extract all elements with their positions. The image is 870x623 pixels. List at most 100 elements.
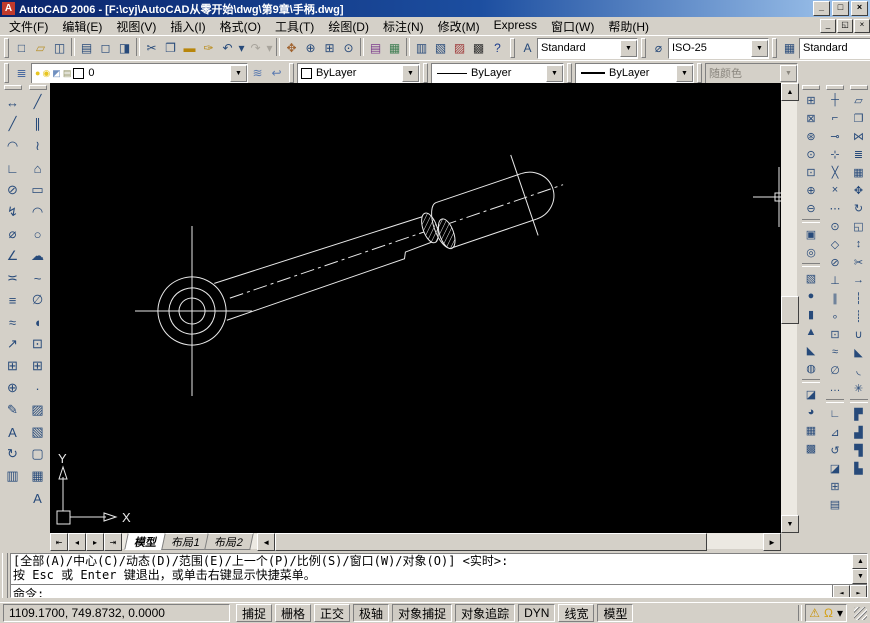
zoom-in-button[interactable]: ⊕ xyxy=(801,181,822,199)
polyline-button[interactable]: ≀ xyxy=(27,135,49,157)
osnap-settings-button[interactable]: … xyxy=(825,379,846,397)
new-button[interactable]: □ xyxy=(12,38,31,58)
line-button[interactable]: ╱ xyxy=(27,91,49,113)
match-properties-button[interactable]: ✑ xyxy=(199,38,218,58)
menu-draw[interactable]: 绘图(D) xyxy=(321,17,376,36)
dim-linear-button[interactable]: ↔ xyxy=(2,91,24,113)
arc-button[interactable]: ◠ xyxy=(27,201,49,223)
chevron-down-icon[interactable]: ▼ xyxy=(751,40,768,57)
properties-button[interactable]: ▤ xyxy=(366,38,385,58)
toggle-lineweight[interactable]: 线宽 xyxy=(558,604,594,622)
tolerance-button[interactable]: ⊞ xyxy=(2,355,24,377)
copy-button[interactable]: ❐ xyxy=(161,38,180,58)
layer-properties-manager-button[interactable]: ≣ xyxy=(12,63,31,83)
solid-box-button[interactable]: ▧ xyxy=(801,269,822,287)
world-ucs-button[interactable]: ⊿ xyxy=(825,423,846,441)
scroll-down-icon[interactable]: ▼ xyxy=(781,515,799,533)
zoom-previous-button[interactable]: ⊙ xyxy=(339,38,358,58)
redo-button[interactable]: ↷ xyxy=(246,38,265,58)
chevron-down-icon[interactable]: ▼ xyxy=(620,40,637,57)
plot-preview-button[interactable]: ◻ xyxy=(96,38,115,58)
window-resize-grip[interactable] xyxy=(854,607,867,620)
dim-aligned-button[interactable]: ╱ xyxy=(2,113,24,135)
toolbar-grip[interactable] xyxy=(697,63,702,83)
toggle-osnap[interactable]: 对象捕捉 xyxy=(392,604,452,622)
array-button[interactable]: ▦ xyxy=(848,163,869,181)
communication-center-icon[interactable]: ⚠ xyxy=(809,606,820,620)
temporary-track-point-button[interactable]: ┼ xyxy=(825,91,846,109)
layer-freeze-sun-icon[interactable]: ◉ xyxy=(42,68,50,79)
send-under-button[interactable]: ▙ xyxy=(848,459,869,477)
scroll-up-icon[interactable]: ▲ xyxy=(852,554,868,569)
scroll-left-icon[interactable]: ◄ xyxy=(257,533,275,551)
dim-radius-button[interactable]: ⊘ xyxy=(2,179,24,201)
cut-button[interactable]: ✂ xyxy=(142,38,161,58)
make-object-layer-current-button[interactable]: ≋ xyxy=(248,63,267,83)
toolbar-grip[interactable] xyxy=(4,85,22,90)
solid-cone-button[interactable]: ▲ xyxy=(801,323,822,341)
snap-from-button[interactable]: ⌐ xyxy=(825,109,846,127)
dim-style-button[interactable]: ▥ xyxy=(2,465,24,487)
toggle-dyn[interactable]: DYN xyxy=(518,604,555,622)
quickcalc-button[interactable]: ▩ xyxy=(469,38,488,58)
dim-angular-button[interactable]: ∠ xyxy=(2,245,24,267)
toolbar-grip[interactable] xyxy=(4,38,9,58)
paste-button[interactable]: ▬ xyxy=(180,38,199,58)
hatch-button[interactable]: ▨ xyxy=(27,399,49,421)
menu-view[interactable]: 视图(V) xyxy=(109,17,163,36)
designcenter-button[interactable]: ▦ xyxy=(385,38,404,58)
toolbar-grip[interactable] xyxy=(29,85,47,90)
zoom-out-button[interactable]: ⊖ xyxy=(801,199,822,217)
insert-block-button[interactable]: ⊡ xyxy=(27,333,49,355)
tab-previous-button[interactable]: ◂ xyxy=(68,533,86,551)
zoom-center-button[interactable]: ⊙ xyxy=(801,145,822,163)
region-button[interactable]: ▢ xyxy=(27,443,49,465)
command-scrollbar[interactable]: ▲ ▼ xyxy=(852,554,867,584)
snap-parallel-button[interactable]: ∥ xyxy=(825,289,846,307)
gradient-button[interactable]: ▧ xyxy=(27,421,49,443)
table-style-combo[interactable]: Standard xyxy=(799,38,870,59)
quick-dimension-button[interactable]: ≍ xyxy=(2,267,24,289)
tab-next-button[interactable]: ▸ xyxy=(86,533,104,551)
tab-layout2[interactable]: 布局2 xyxy=(204,533,254,550)
undo-dropdown[interactable]: ▾ xyxy=(237,38,246,58)
text-style-combo[interactable]: Standard ▼ xyxy=(537,38,638,59)
toggle-otrack[interactable]: 对象追踪 xyxy=(455,604,515,622)
dim-style-icon[interactable]: ⌀ xyxy=(649,38,668,58)
snap-node-button[interactable]: ∘ xyxy=(825,307,846,325)
tool-palettes-button[interactable]: ▥ xyxy=(412,38,431,58)
snap-endpoint-button[interactable]: ⊸ xyxy=(825,127,846,145)
lineweight-combo[interactable]: ByLayer ▼ xyxy=(575,63,694,84)
ellipse-button[interactable]: ∅ xyxy=(27,289,49,311)
fillet-button[interactable]: ◟ xyxy=(848,361,869,379)
revision-cloud-button[interactable]: ☁ xyxy=(27,245,49,267)
solid-wedge-button[interactable]: ◣ xyxy=(801,341,822,359)
dim-update-button[interactable]: ↻ xyxy=(2,443,24,465)
dim-continue-button[interactable]: ≈ xyxy=(2,311,24,333)
zoom-object-button[interactable]: ⊡ xyxy=(801,163,822,181)
redo-dropdown[interactable]: ▾ xyxy=(265,38,274,58)
menu-tools[interactable]: 工具(T) xyxy=(268,17,321,36)
toolbar-grip[interactable] xyxy=(289,63,294,83)
save-button[interactable]: ◫ xyxy=(50,38,69,58)
snap-insert-button[interactable]: ⊡ xyxy=(825,325,846,343)
layer-plot-icon[interactable]: ▤ xyxy=(63,68,72,79)
scroll-right-icon[interactable]: ► xyxy=(763,533,781,551)
scroll-down-icon[interactable]: ▼ xyxy=(852,569,868,584)
toggle-snap[interactable]: 捕捉 xyxy=(236,604,272,622)
mdi-close-button[interactable]: × xyxy=(854,19,870,33)
minimize-button[interactable]: _ xyxy=(813,1,830,16)
layer-lock-icon[interactable]: ◩ xyxy=(52,68,61,79)
layer-on-bulb-icon[interactable]: ● xyxy=(35,68,40,79)
hide-button[interactable]: ◪ xyxy=(801,385,822,403)
ucs-view-button[interactable]: ▤ xyxy=(825,495,846,513)
copy-object-button[interactable]: ❐ xyxy=(848,109,869,127)
toolbar-grip[interactable] xyxy=(4,63,9,83)
menu-file[interactable]: 文件(F) xyxy=(2,17,55,36)
table-button[interactable]: ▦ xyxy=(27,465,49,487)
snap-tangent-button[interactable]: ⊘ xyxy=(825,253,846,271)
vertical-scroll-thumb[interactable] xyxy=(781,296,799,324)
drawing-canvas[interactable]: Y X xyxy=(50,83,781,533)
tray-dropdown-arrow-icon[interactable]: ▾ xyxy=(837,606,843,620)
move-button[interactable]: ✥ xyxy=(848,181,869,199)
